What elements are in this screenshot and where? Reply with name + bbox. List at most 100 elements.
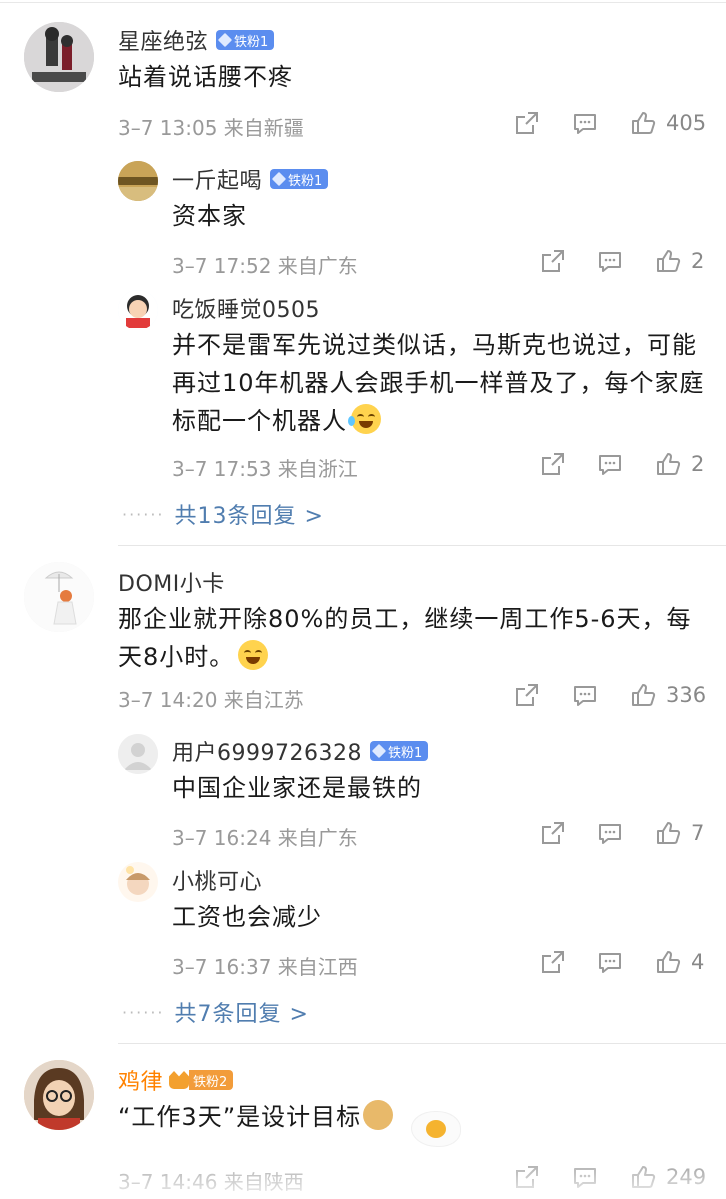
- like-icon: [657, 250, 681, 272]
- fan-badge[interactable]: 铁粉1: [216, 30, 275, 50]
- like-icon: [632, 1166, 656, 1188]
- bottom-fade: [0, 1150, 726, 1199]
- like-button[interactable]: 336: [630, 682, 706, 708]
- default-avatar-icon: [118, 734, 158, 774]
- comment-text: 那企业就开除80%的员工，继续一周工作5-6天，每天8小时。: [118, 600, 698, 676]
- reply-text: 并不是雷军先说过类似话，马斯克也说过，可能再过10年机器人会跟手机一样普及了，每…: [172, 326, 707, 440]
- share-icon: [542, 951, 564, 973]
- author-name[interactable]: 鸡律: [118, 1064, 163, 1096]
- author-row: 吃饭睡觉0505: [172, 292, 320, 324]
- like-button[interactable]: 249: [630, 1164, 706, 1190]
- share-button[interactable]: [514, 110, 540, 136]
- reply-meta: 3–7 16:24 来自广东: [172, 826, 358, 850]
- like-count: 2: [691, 452, 705, 476]
- avatar[interactable]: [24, 562, 94, 632]
- more-replies[interactable]: ······ 共13条回复 >: [122, 498, 324, 530]
- avatar[interactable]: [118, 734, 158, 774]
- like-button[interactable]: 2: [655, 248, 704, 274]
- comment-button[interactable]: [597, 822, 623, 846]
- share-icon: [516, 112, 538, 134]
- avatar[interactable]: [118, 862, 158, 902]
- avatar-image: [118, 161, 158, 201]
- share-button[interactable]: [514, 1164, 540, 1190]
- reply-text: 工资也会减少: [172, 903, 322, 931]
- like-button[interactable]: 2: [655, 451, 704, 477]
- author-name[interactable]: DOMI小卡: [118, 566, 225, 598]
- like-button[interactable]: 7: [655, 820, 704, 846]
- author-name[interactable]: 吃饭睡觉0505: [172, 292, 320, 324]
- avatar[interactable]: [24, 22, 94, 92]
- like-icon: [632, 684, 656, 706]
- like-button[interactable]: 4: [655, 949, 704, 975]
- author-row: 小桃可心: [172, 864, 262, 896]
- comment-icon: [599, 252, 621, 272]
- reply-meta: 3–7 16:37 来自江西: [172, 955, 358, 979]
- comment-text-content: “工作3天”是设计目标: [118, 1103, 362, 1131]
- comment-icon: [599, 455, 621, 475]
- avatar-image: [24, 22, 94, 92]
- doge-emoji-icon: [363, 1100, 394, 1130]
- like-icon: [657, 951, 681, 973]
- author-name[interactable]: 一斤起喝: [172, 163, 262, 195]
- comment-button[interactable]: [597, 951, 623, 975]
- crown-icon: [169, 1071, 190, 1089]
- comment-meta: 3–7 14:46 来自陕西: [118, 1170, 304, 1194]
- share-button[interactable]: [540, 248, 566, 274]
- dots: ······: [122, 1002, 165, 1022]
- reply-text: 资本家: [172, 202, 247, 230]
- author-row: DOMI小卡: [118, 566, 225, 598]
- comment-meta: 3–7 14:20 来自江苏: [118, 688, 304, 712]
- fan-badge[interactable]: 铁粉1: [270, 169, 329, 189]
- comment-text: 站着说话腰不疼: [118, 63, 293, 91]
- share-button[interactable]: [540, 451, 566, 477]
- comment-button[interactable]: [572, 684, 598, 708]
- avatar-image: [118, 862, 158, 902]
- comment-divider: [118, 545, 726, 546]
- reply-text: 中国企业家还是最铁的: [172, 774, 422, 802]
- like-count: 249: [666, 1165, 707, 1189]
- comment-icon: [599, 824, 621, 844]
- like-count: 7: [691, 821, 705, 845]
- comment-meta: 3–7 13:05 来自新疆: [118, 116, 304, 140]
- more-replies-link[interactable]: 共7条回复 >: [175, 996, 309, 1028]
- comment-button[interactable]: [572, 1166, 598, 1190]
- diamond-icon: [371, 743, 387, 759]
- like-count: 405: [666, 111, 707, 135]
- share-button[interactable]: [514, 682, 540, 708]
- avatar[interactable]: [118, 290, 158, 330]
- like-count: 2: [691, 249, 705, 273]
- share-icon: [542, 822, 564, 844]
- badge-label: 铁粉2: [193, 1074, 228, 1090]
- author-name[interactable]: 小桃可心: [172, 864, 262, 896]
- diamond-icon: [217, 32, 233, 48]
- fan-badge[interactable]: 铁粉2: [189, 1070, 234, 1090]
- author-row: 鸡律 铁粉2: [118, 1064, 234, 1096]
- fan-badge[interactable]: 铁粉1: [369, 741, 429, 761]
- comment-button[interactable]: [597, 250, 623, 274]
- share-button[interactable]: [540, 820, 566, 846]
- share-button[interactable]: [540, 949, 566, 975]
- avatar[interactable]: [24, 1060, 94, 1130]
- comment-button[interactable]: [597, 453, 623, 477]
- dots: ······: [122, 504, 165, 524]
- comment-button[interactable]: [572, 112, 598, 136]
- share-icon: [516, 684, 538, 706]
- laugh-emoji-icon: [238, 640, 269, 670]
- more-replies-link[interactable]: 共13条回复 >: [175, 498, 324, 530]
- reply-text-content: 并不是雷军先说过类似话，马斯克也说过，可能再过10年机器人会跟手机一样普及了，每…: [172, 331, 705, 435]
- like-button[interactable]: 405: [630, 110, 706, 136]
- like-icon: [632, 112, 656, 134]
- comment-text: “工作3天”是设计目标: [118, 1098, 394, 1136]
- author-name[interactable]: 用户6999726328: [172, 735, 362, 767]
- author-name[interactable]: 星座绝弦: [118, 24, 208, 56]
- like-icon: [657, 822, 681, 844]
- avatar-image: [24, 1060, 94, 1130]
- more-replies[interactable]: ······ 共7条回复 >: [122, 996, 309, 1028]
- reply-meta: 3–7 17:52 来自广东: [172, 254, 358, 278]
- comment-text-content: 那企业就开除80%的员工，继续一周工作5-6天，每天8小时。: [118, 605, 692, 671]
- author-row: 星座绝弦 铁粉1: [118, 24, 275, 56]
- comment-icon: [599, 953, 621, 973]
- share-icon: [542, 250, 564, 272]
- avatar[interactable]: [118, 161, 158, 201]
- author-row: 用户6999726328 铁粉1: [172, 735, 429, 767]
